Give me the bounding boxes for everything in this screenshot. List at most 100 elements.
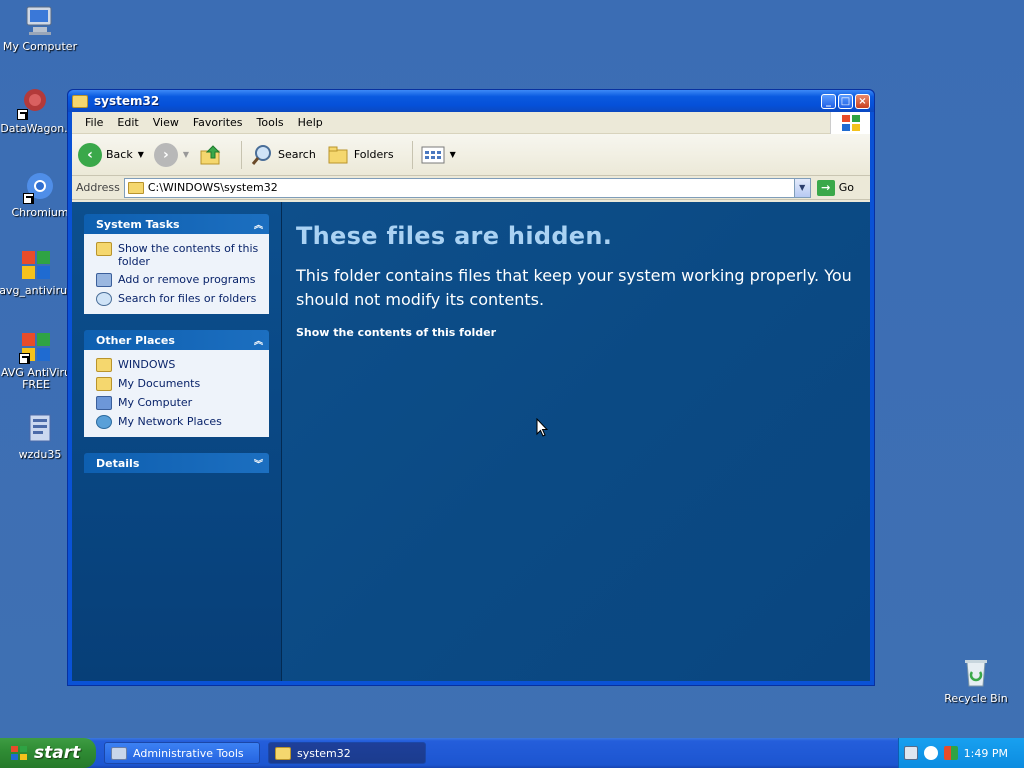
add-remove-programs-icon [96,273,112,287]
minimize-button[interactable]: _ [821,93,836,109]
dropdown-arrow-icon[interactable]: ▼ [183,150,189,159]
chevron-up-icon[interactable]: ︽ [254,218,263,231]
desktop-icon-recycle-bin[interactable]: Recycle Bin [938,656,1014,705]
shortcut-arrow-icon [19,353,30,364]
administrative-tools-icon [111,746,127,760]
hidden-files-title: These files are hidden. [296,222,613,250]
chevron-left-icon[interactable] [923,746,938,760]
task-label: Add or remove programs [118,273,256,286]
menu-view[interactable]: View [146,116,186,129]
task-search-files[interactable]: Search for files or folders [96,292,261,306]
chevron-up-icon[interactable]: ︽ [254,334,263,347]
windows-flag-icon [11,746,27,760]
avg-icon [19,248,53,282]
other-places-title: Other Places [96,333,175,347]
folder-icon [96,358,112,372]
my-documents-icon [96,377,112,391]
desktop-icon-label: Chromium [11,206,69,219]
hidden-files-description: This folder contains files that keep you… [296,266,852,309]
back-button[interactable]: ‹ Back ▼ [78,142,144,167]
close-button[interactable]: × [855,93,870,109]
task-pane: System Tasks ︽ Show the contents of this… [72,202,282,681]
search-button[interactable]: Search [250,143,316,167]
place-label: My Network Places [118,415,222,428]
menu-bar: File Edit View Favorites Tools Help [72,112,870,134]
back-arrow-icon: ‹ [78,142,102,167]
other-places-panel: Other Places ︽ WINDOWS My Documents My C… [84,330,269,437]
place-my-documents[interactable]: My Documents [96,377,261,391]
task-add-remove-programs[interactable]: Add or remove programs [96,273,261,287]
explorer-content: System Tasks ︽ Show the contents of this… [72,202,870,681]
address-input[interactable]: C:\WINDOWS\system32 ▼ [123,177,811,198]
dropdown-arrow-icon[interactable]: ▼ [450,150,456,159]
show-contents-link[interactable]: Show the contents of this folder [296,326,870,339]
chevron-down-icon[interactable]: ︾ [254,457,263,470]
forward-button[interactable]: › ▼ [153,142,189,167]
details-panel: Details ︾ [84,453,269,473]
place-label: WINDOWS [118,358,176,371]
chromium-icon [23,170,57,204]
folder-up-icon [200,144,221,164]
dropdown-arrow-icon[interactable]: ▼ [138,150,144,159]
menu-favorites[interactable]: Favorites [186,116,250,129]
place-label: My Computer [118,396,193,409]
menu-help[interactable]: Help [291,116,330,129]
keyboard-icon[interactable] [903,746,918,760]
address-label: Address [76,181,120,194]
toolbar: ‹ Back ▼ › ▼ Search Folders ▼ [72,134,870,176]
search-icon [251,144,272,165]
window-client: File Edit View Favorites Tools Help ‹ Ba… [72,112,870,681]
maximize-button[interactable]: □ [838,93,853,109]
toolbar-separator [411,140,413,169]
start-button[interactable]: start [0,738,96,768]
place-windows[interactable]: WINDOWS [96,358,261,372]
system-tray: 1:49 PM [898,738,1024,768]
shortcut-arrow-icon [23,193,34,204]
folder-icon [127,181,144,194]
taskbar-item-administrative-tools[interactable]: Administrative Tools [104,742,260,764]
desktop-icon-datawagon[interactable]: DataWagon. [0,86,72,135]
system-tasks-panel: System Tasks ︽ Show the contents of this… [84,214,269,314]
installer-icon [23,412,57,446]
details-header[interactable]: Details ︾ [84,453,269,473]
datawagon-icon [17,86,51,120]
place-my-computer[interactable]: My Computer [96,396,261,410]
network-icon [96,415,112,429]
address-bar: Address C:\WINDOWS\system32 ▼ → Go [72,176,870,200]
menu-file[interactable]: File [78,116,110,129]
task-show-contents[interactable]: Show the contents of this folder [96,242,261,268]
other-places-body: WINDOWS My Documents My Computer My Netw… [84,350,269,437]
desktop-icon-avg-free[interactable]: AVG AntiViru FREE [0,330,74,391]
shortcut-arrow-icon [17,109,28,120]
back-label: Back [106,148,133,161]
up-button[interactable] [199,143,223,167]
views-button[interactable]: ▼ [421,145,456,165]
other-places-header[interactable]: Other Places ︽ [84,330,269,350]
views-icon [421,146,445,163]
computer-icon [96,396,112,410]
folders-button[interactable]: Folders [326,144,394,166]
desktop-icon-my-computer[interactable]: My Computer [2,4,78,53]
task-label: Administrative Tools [133,746,244,760]
go-button[interactable]: → Go [816,179,854,196]
folders-label: Folders [353,148,394,161]
taskbar-item-system32[interactable]: system32 [268,742,426,764]
task-label: Show the contents of this folder [118,242,259,268]
desktop-icon-label: wzdu35 [18,448,62,461]
system-tasks-header[interactable]: System Tasks ︽ [84,214,269,234]
menu-edit[interactable]: Edit [110,116,145,129]
windows-logo-icon [830,112,870,134]
computer-icon [23,4,57,38]
window-titlebar[interactable]: system32 _ □ × [68,90,874,112]
desktop-icon-avg-antivirus[interactable]: avg_antivirus [0,248,74,297]
desktop-icon-label: avg_antivirus [0,284,73,297]
address-dropdown-button[interactable]: ▼ [793,178,810,197]
go-arrow-icon: → [816,179,835,196]
clock: 1:49 PM [963,746,1008,760]
taskbar: start Administrative Tools system32 1:49… [0,738,1024,768]
folders-icon [328,146,348,163]
details-title: Details [96,456,140,470]
menu-tools[interactable]: Tools [250,116,291,129]
place-my-network-places[interactable]: My Network Places [96,415,261,429]
avg-tray-icon[interactable] [943,746,958,760]
